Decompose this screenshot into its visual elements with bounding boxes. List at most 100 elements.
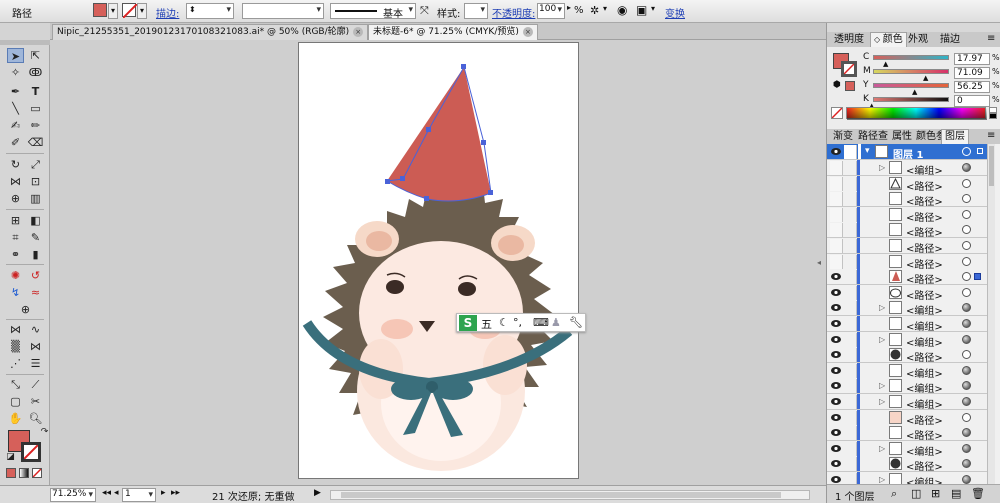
last-artboard-icon[interactable]: ▸▸ [171,488,180,498]
target-circle-icon[interactable] [962,272,971,282]
close-tab-icon[interactable]: × [522,26,533,37]
tab-appearance[interactable]: 外观 [905,33,931,47]
channel-value-input[interactable]: 56.25 [954,81,990,93]
lock-toggle[interactable] [844,161,857,175]
canvas-area[interactable]: S 五 ☾ °, ⌨ ♟ 🔧︎ ◂ [50,40,826,485]
lock-toggle[interactable] [844,254,857,269]
target-circle-icon[interactable] [962,303,971,313]
visibility-eye-icon[interactable] [831,304,841,312]
gamut-color-chip[interactable] [845,81,855,91]
paintbrush-tool-icon[interactable]: ✍ [7,118,24,133]
keyboard-icon[interactable]: ⌨ [533,316,549,329]
opacity-stepper-icon[interactable]: ▸ [567,3,571,12]
symbol-sprayer-tool-icon[interactable]: ✺ [7,268,24,283]
visibility-toggle[interactable] [830,207,843,222]
visibility-eye-icon[interactable] [831,273,841,281]
tab-untitled-6[interactable]: 未标题-6* @ 71.25% (CMYK/预览) × [368,24,538,40]
target-circle-icon[interactable] [962,209,971,219]
visibility-eye-icon[interactable] [831,460,841,468]
graphic-style-dropdown[interactable] [464,3,488,19]
channel-slider[interactable] [873,69,949,74]
panel-menu-icon[interactable]: ≡ [987,130,995,141]
skin-icon[interactable]: ♟ [551,316,561,329]
visibility-eye-icon[interactable] [831,351,841,359]
layer-target-icon[interactable] [962,147,971,156]
visibility-eye-icon[interactable] [831,382,841,390]
layer-item-row[interactable]: ▷ <编组> [827,331,995,349]
eraser-tool-icon[interactable]: ⌫ [27,135,44,150]
out-of-gamut-icon[interactable]: ⬢ [833,80,841,90]
lock-toggle[interactable] [844,363,857,378]
fill-dropdown-arrow[interactable]: ▾ [108,3,118,19]
live-paint-tool-icon[interactable]: ▥ [27,191,44,206]
wrench-icon[interactable]: 🔧︎ [569,316,583,329]
expand-triangle-icon[interactable]: ▷ [879,163,885,172]
bar-graph-tool-icon[interactable]: ☰ [27,356,44,371]
horizontal-scrollbar[interactable] [330,490,810,500]
magic-wand-tool-icon[interactable]: ✧ [7,65,24,80]
layer-item-row[interactable]: ▷ <编组> [827,472,995,484]
layer-item-row[interactable]: <路径> [827,191,995,208]
visibility-eye-icon[interactable] [831,366,841,374]
lock-toggle[interactable] [844,223,857,238]
layer-item-row[interactable]: <路径> [827,425,995,442]
target-circle-icon[interactable] [962,256,971,266]
visibility-eye-icon[interactable] [831,476,841,483]
lock-toggle[interactable] [844,395,857,409]
rotate-tool-icon[interactable]: ↻ [7,157,24,172]
hedgehog-illustration[interactable] [299,43,580,480]
eyedropper-tool-icon[interactable]: ✎ [27,230,44,245]
artboard-number-dropdown[interactable]: 1 [122,488,156,502]
ime-toolbar[interactable]: S 五 ☾ °, ⌨ ♟ 🔧︎ [456,313,586,332]
target-circle-icon[interactable] [962,381,971,391]
target-circle-icon[interactable] [962,475,971,484]
layer-item-row[interactable]: <路径> [827,253,995,271]
scallop-tool-icon[interactable]: ⋰ [7,356,24,371]
layers-scrollbar[interactable] [987,144,995,484]
visibility-eye-icon[interactable] [831,413,841,421]
eyedropper-alt-tool-icon[interactable]: ▒ [7,339,24,354]
lock-toggle[interactable] [844,426,857,441]
target-circle-icon[interactable] [962,287,971,297]
target-circle-icon[interactable] [962,178,971,188]
stroke-link[interactable]: 描边: [156,5,179,20]
close-tab-icon[interactable]: × [353,26,364,37]
zoom-dropdown[interactable]: 71.25% [50,488,96,502]
none-mode-icon[interactable] [32,468,42,478]
panel-menu-icon[interactable]: ≡ [987,33,995,44]
stroke-color-box[interactable] [21,442,41,462]
none-color-icon[interactable] [831,107,843,119]
slider-handle-icon[interactable]: ▲ [923,74,928,82]
blob-brush-tool-icon[interactable]: ✐ [7,135,24,150]
pencil-tool-icon[interactable]: ✏ [27,118,44,133]
visibility-eye-icon[interactable] [831,288,841,296]
zoom-tool-icon[interactable]: 🔍︎ [27,411,44,426]
expand-triangle-icon[interactable]: ▷ [879,335,885,344]
twirl-tool-icon[interactable]: ↯ [7,285,24,300]
lock-toggle[interactable] [844,207,857,222]
layer-item-row[interactable]: <路径> [827,238,995,255]
first-artboard-icon[interactable]: ◂◂ [102,488,111,498]
visibility-toggle[interactable] [830,223,843,238]
layer-item-row[interactable]: <路径> [827,347,995,364]
artboard-tool-icon[interactable]: ⊕ [17,302,34,317]
type-tool-icon[interactable]: T [27,84,44,99]
stroke-swatch[interactable] [122,3,138,19]
layer-item-row[interactable]: ▷ <编组> [827,300,995,317]
perspective-grid-tool-icon[interactable]: ⊞ [7,213,24,228]
layer-item-row[interactable]: <路径> [827,206,995,224]
tab-layers[interactable]: 图层 [941,129,969,144]
new-layer-icon[interactable]: ▤ [951,487,961,500]
layer-item-row[interactable]: <路径> [827,409,995,427]
panel-collapse-icon[interactable]: ◂ [817,258,826,272]
prev-artboard-icon[interactable]: ◂ [114,488,119,498]
sogou-logo-icon[interactable]: S [459,315,477,331]
black-chip[interactable] [989,113,997,119]
opacity-input[interactable]: 100 [537,3,565,19]
lock-toggle[interactable] [844,457,857,472]
visibility-eye-icon[interactable] [831,398,841,405]
target-circle-icon[interactable] [962,397,971,406]
blend-tool-icon[interactable]: ⚭ [7,247,24,262]
variable-width-profile-dropdown[interactable] [242,3,324,19]
target-circle-icon[interactable] [962,163,971,172]
